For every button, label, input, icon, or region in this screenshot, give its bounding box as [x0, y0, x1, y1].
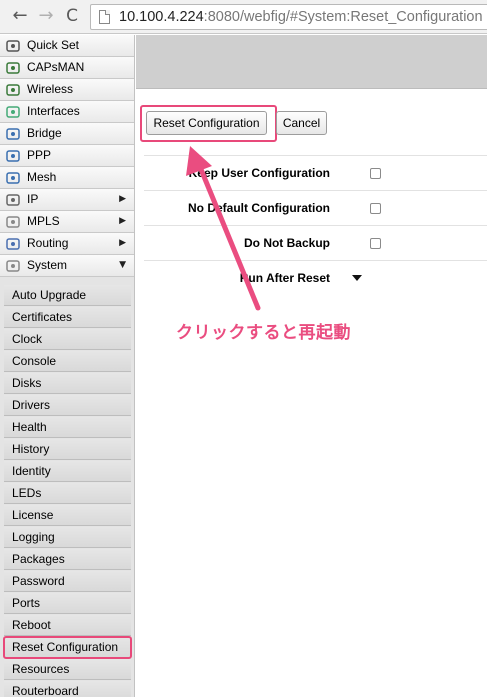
sidebar-item-label: MPLS — [27, 214, 60, 228]
chevron-right-icon: ▶ — [119, 238, 126, 248]
submenu-item-leds[interactable]: LEDs — [4, 483, 131, 504]
sidebar-item-quick-set[interactable]: Quick Set — [0, 35, 134, 57]
sidebar-item-system[interactable]: System ▼ — [0, 255, 134, 277]
forward-arrow-icon[interactable]: → — [36, 6, 56, 26]
routing-icon — [6, 237, 20, 251]
sidebar: Quick Set CAPsMAN Wireless Interfaces Bridge… — [0, 35, 135, 697]
sidebar-item-mpls[interactable]: MPLS ▶ — [0, 211, 134, 233]
submenu-item-drivers[interactable]: Drivers — [4, 395, 131, 416]
sidebar-item-label: IP — [27, 192, 39, 206]
address-bar[interactable]: 10.100.4.224:8080/webfig/#System:Reset_C… — [90, 4, 487, 30]
option-label: Run After Reset — [239, 271, 330, 285]
submenu-item-console[interactable]: Console — [4, 351, 131, 372]
sidebar-item-mesh[interactable]: Mesh — [0, 167, 134, 189]
bridge-icon — [6, 127, 20, 141]
submenu-item-certificates[interactable]: Certificates — [4, 307, 131, 328]
submenu-item-health[interactable]: Health — [4, 417, 131, 438]
sidebar-item-wireless[interactable]: Wireless — [0, 79, 134, 101]
mpls-icon — [6, 215, 20, 229]
submenu-item-ports[interactable]: Ports — [4, 593, 131, 614]
submenu-item-reboot[interactable]: Reboot — [4, 615, 131, 636]
sidebar-item-label: Interfaces — [27, 104, 80, 118]
reload-icon[interactable]: C — [62, 6, 82, 26]
reset-configuration-button[interactable]: Reset Configuration — [146, 111, 267, 135]
submenu-item-routerboard[interactable]: Routerboard — [4, 681, 131, 697]
submenu-item-disks[interactable]: Disks — [4, 373, 131, 394]
submenu-item-auto-upgrade[interactable]: Auto Upgrade — [4, 285, 131, 306]
no-default-configuration-checkbox[interactable] — [370, 203, 381, 214]
submenu-item-identity[interactable]: Identity — [4, 461, 131, 482]
submenu-item-password[interactable]: Password — [4, 571, 131, 592]
capsman-icon — [6, 61, 20, 75]
browser-toolbar: ← → C 10.100.4.224:8080/webfig/#System:R… — [0, 0, 487, 34]
wireless-icon — [6, 83, 20, 97]
keep-user-configuration-checkbox[interactable] — [370, 168, 381, 179]
submenu-item-history[interactable]: History — [4, 439, 131, 460]
url-text: 10.100.4.224:8080/webfig/#System:Reset_C… — [119, 9, 483, 25]
option-row-run-after-reset: Run After Reset — [144, 260, 487, 295]
chevron-right-icon: ▶ — [119, 194, 126, 204]
submenu-item-clock[interactable]: Clock — [4, 329, 131, 350]
submenu-item-reset-configuration[interactable]: Reset Configuration — [3, 636, 132, 659]
ppp-icon — [6, 149, 20, 163]
do-not-backup-checkbox[interactable] — [370, 238, 381, 249]
sidebar-item-label: Routing — [27, 236, 69, 250]
option-label: Keep User Configuration — [188, 166, 330, 180]
sidebar-item-label: System — [27, 258, 68, 272]
sidebar-item-label: CAPsMAN — [27, 60, 85, 74]
option-row-keep-user-configuration: Keep User Configuration — [144, 155, 487, 190]
sidebar-item-label: Mesh — [27, 170, 57, 184]
sidebar-item-routing[interactable]: Routing ▶ — [0, 233, 134, 255]
submenu-item-packages[interactable]: Packages — [4, 549, 131, 570]
sidebar-item-label: Quick Set — [27, 38, 80, 52]
page-icon — [99, 10, 110, 24]
sidebar-item-label: Bridge — [27, 126, 62, 140]
option-label: Do Not Backup — [243, 236, 330, 250]
submenu-item-logging[interactable]: Logging — [4, 527, 131, 548]
mesh-icon — [6, 171, 20, 185]
chevron-down-icon: ▼ — [119, 260, 126, 270]
sidebar-item-label: PPP — [27, 148, 52, 162]
option-row-no-default-configuration: No Default Configuration — [144, 190, 487, 225]
back-arrow-icon[interactable]: ← — [10, 6, 30, 26]
sidebar-item-capsman[interactable]: CAPsMAN — [0, 57, 134, 79]
interfaces-icon — [6, 105, 20, 119]
sidebar-item-bridge[interactable]: Bridge — [0, 123, 134, 145]
sidebar-item-label: Wireless — [27, 82, 74, 96]
submenu-item-license[interactable]: License — [4, 505, 131, 526]
sidebar-item-interfaces[interactable]: Interfaces — [0, 101, 134, 123]
chevron-right-icon: ▶ — [119, 216, 126, 226]
option-label: No Default Configuration — [188, 201, 330, 215]
option-row-do-not-backup: Do Not Backup — [144, 225, 487, 260]
submenu-item-resources[interactable]: Resources — [4, 659, 131, 680]
sidebar-item-ip[interactable]: IP ▶ — [0, 189, 134, 211]
sidebar-item-ppp[interactable]: PPP — [0, 145, 134, 167]
annotation-text: クリックすると再起動 — [176, 323, 351, 343]
run-after-reset-dropdown[interactable] — [352, 275, 362, 281]
system-icon — [6, 259, 20, 273]
ip-icon — [6, 193, 20, 207]
cancel-button[interactable]: Cancel — [276, 111, 327, 135]
quick-set-icon — [6, 39, 20, 53]
header-band — [136, 35, 487, 89]
